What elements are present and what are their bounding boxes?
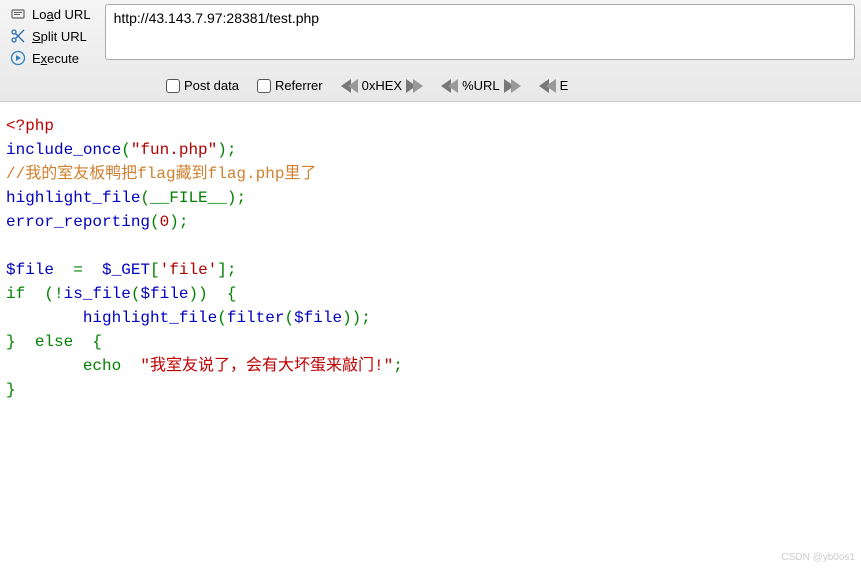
kw-echo: echo: [83, 357, 121, 375]
referrer-label: Referrer: [275, 78, 323, 93]
url-input[interactable]: [105, 4, 855, 60]
toolbar-actions: Load URL Split URL Execute: [6, 4, 95, 68]
fn-highlight-file: highlight_file: [6, 189, 140, 207]
execute-button[interactable]: Execute: [6, 48, 95, 68]
url-encode-button[interactable]: %URL: [441, 78, 521, 93]
arrow-left-icon: [441, 79, 458, 93]
comment-line: //我的室友板鸭把flag藏到flag.php里了: [6, 165, 316, 183]
kw-else: else: [35, 333, 73, 351]
post-data-checkbox[interactable]: Post data: [166, 78, 239, 93]
load-url-icon: [10, 6, 26, 22]
toolbar-top-row: Load URL Split URL Execute: [6, 4, 855, 68]
checkbox-box-icon: [257, 79, 271, 93]
load-url-label: Load URL: [32, 7, 91, 22]
load-url-button[interactable]: Load URL: [6, 4, 95, 24]
scissors-icon: [10, 28, 26, 44]
extra-encode-button[interactable]: E: [539, 78, 569, 93]
split-url-button[interactable]: Split URL: [6, 26, 95, 46]
fn-error-reporting: error_reporting: [6, 213, 150, 231]
arrow-left-icon: [341, 79, 358, 93]
url-encode-label: %URL: [462, 78, 500, 93]
php-source-code: <?php include_once("fun.php"); //我的室友板鸭把…: [0, 102, 861, 414]
checkbox-box-icon: [166, 79, 180, 93]
hackbar-toolbar: Load URL Split URL Execute Post data: [0, 0, 861, 102]
echo-string: "我室友说了，会有大坏蛋来敲门!": [140, 357, 393, 375]
hex-label: 0xHEX: [362, 78, 402, 93]
arrow-right-icon: [504, 79, 521, 93]
arrow-right-icon: [406, 79, 423, 93]
hex-encode-button[interactable]: 0xHEX: [341, 78, 423, 93]
toolbar-bottom-row: Post data Referrer 0xHEX %URL E: [6, 78, 855, 93]
execute-label: Execute: [32, 51, 79, 66]
post-data-label: Post data: [184, 78, 239, 93]
split-url-label: Split URL: [32, 29, 87, 44]
watermark-text: CSDN @yb0os1: [781, 552, 855, 563]
fn-include-once: include_once: [6, 141, 121, 159]
php-open-tag: <?php: [6, 117, 54, 135]
referrer-checkbox[interactable]: Referrer: [257, 78, 323, 93]
var-file: $file: [6, 261, 54, 279]
kw-if: if: [6, 285, 25, 303]
arrow-left-icon: [539, 79, 556, 93]
execute-icon: [10, 50, 26, 66]
